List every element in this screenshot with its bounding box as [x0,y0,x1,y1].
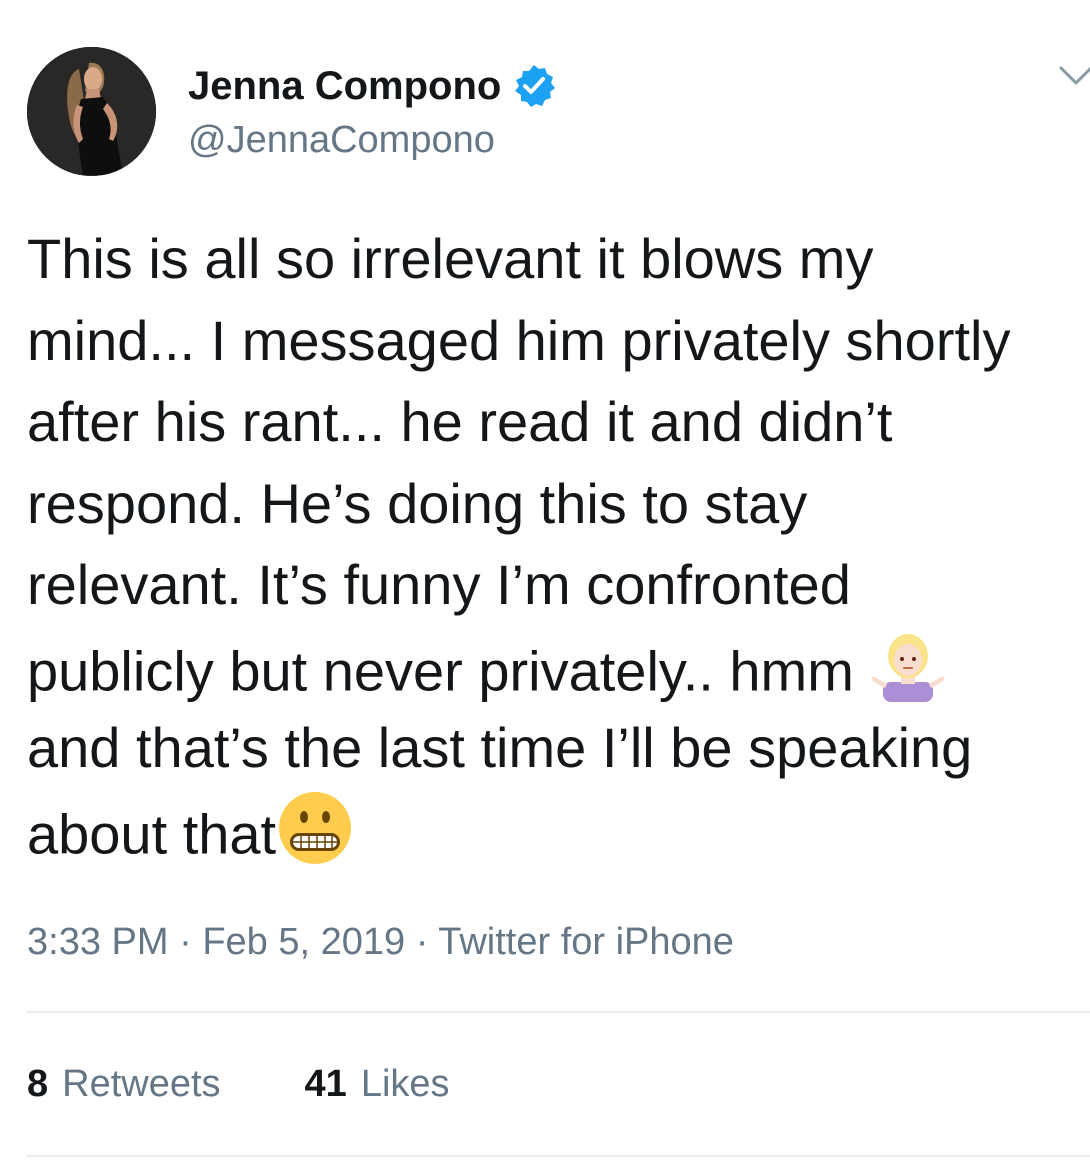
author-name: Jenna Compono [188,64,502,108]
tweet-date[interactable]: Feb 5, 2019 [202,921,405,963]
chevron-down-icon[interactable] [1058,64,1090,88]
tweet-line: publicly but never privately.. hmm [27,639,870,703]
tweet-line: respond. He’s doing this to stay [27,471,808,535]
tweet-stats: 8 Retweets 41 Likes [27,1060,534,1108]
likes-count: 41 [304,1063,347,1105]
tweet-line: relevant. It’s funny I’m confronted [27,553,851,616]
retweets-label: Retweets [62,1063,221,1105]
divider [27,1011,1090,1013]
meta-separator: · [405,921,439,963]
divider [27,1155,1090,1157]
tweet-line: about that [27,802,277,866]
verified-badge-icon [511,63,557,109]
author-handle[interactable]: @JennaCompono [188,116,495,164]
likes-stat[interactable]: 41 Likes [305,1060,450,1108]
meta-separator: · [168,921,203,963]
profile-photo [27,47,156,176]
tweet-text: This is all so irrelevant it blows my mi… [27,218,1090,870]
tweet-timestamp[interactable]: 3:33 PM [27,921,169,963]
tweet-line-with-emoji: about that [27,789,1090,871]
tweet-source[interactable]: Twitter for iPhone [438,921,734,963]
grimacing-face-emoji [276,789,354,889]
tweet-line: mind... I messaged him privately shortly [27,308,1011,372]
retweets-count: 8 [27,1063,49,1105]
tweet-meta: 3:33 PM · Feb 5, 2019 · Twitter for iPho… [27,918,734,966]
tweet-line: This is all so irrelevant it blows my [27,227,874,290]
avatar[interactable] [27,47,156,176]
tweet-line: after his rant... he read it and didn’t [27,390,893,453]
retweets-stat[interactable]: 8 Retweets [27,1060,221,1108]
tweet-line-with-emoji: publicly but never privately.. hmm [27,626,1090,708]
display-name[interactable]: Jenna Compono [188,62,557,110]
tweet-line: and that’s the last time I’ll be speakin… [27,716,973,779]
likes-label: Likes [360,1063,450,1105]
